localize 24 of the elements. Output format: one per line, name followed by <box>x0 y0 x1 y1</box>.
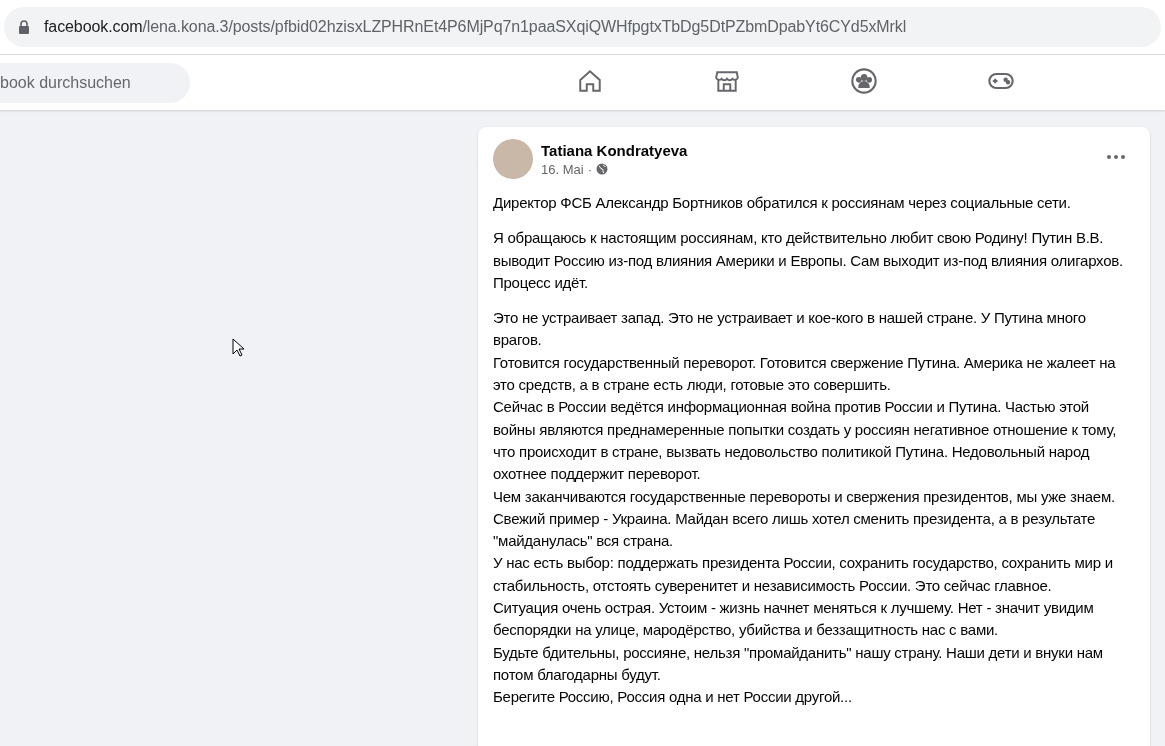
post-text: Директор ФСБ Александр Бортников обратился к россиянам через социальные сети. <box>493 193 1072 213</box>
post-text: Ситуация очень острая. Устоим - жизнь начнет меняться к лучшему. Нет - значит увидим беспорядки на улице, мародёрство, убийства и беззащитность нас с вами. <box>493 598 1095 641</box>
post-text: Чем заканчиваются государственные перевороты и свержения президентов, мы уже знаем. Свежий пример - Украина. Майдан всего лишь хотел сменить президента, а в результате "майданулась" вся страна. <box>493 486 1116 552</box>
post-text: Готовится государственный переворот. Готовится свержение Путина. Америка не жалеет на это средств, а в стране есть люди, готовые это совершить. <box>493 352 1117 396</box>
globe-icon <box>596 163 608 175</box>
url-text: facebook.com/lena.kona.3/posts/pfbid02hzisxLZPHRnEt4P6MjPq7n1paaSXqiQWHfpgtxTbDg5DtPZbmDpabYt6CYd5xMrkl <box>44 18 907 36</box>
post-text: Сейчас в России ведётся информационная война против России и Путина. Частью этой войны являются преднамеренные попытки создать у россиян негативное отношение к тому, что происходит в стране, вызвать недовольство политикой Путина. Недовольный народ охотнее поддержит переворот. <box>493 397 1118 485</box>
post-text: Я обращаюсь к настоящим россиянам, кто действительно любит свою Родину! Путин В.В. выводит Россию из-под влияния Америки и Европы. Сам выходит из-под влияния олигархов. Процесс идёт. <box>493 228 1124 293</box>
post-text: Это не устраивает запад. Это не устраивает и кое-кого в нашей стране. У Путина много врагов. <box>493 308 1087 351</box>
groups-icon <box>849 67 878 95</box>
search-field[interactable]: book durchsuchen <box>0 62 190 103</box>
address-bar[interactable]: facebook.com/lena.kona.3/posts/pfbid02hzisxLZPHRnEt4P6MjPq7n1paaSXqiQWHfpgtxTbDg5DtPZbmDpabYt6CYd5xMrkl <box>4 7 1161 47</box>
home-icon <box>576 68 603 94</box>
store-icon <box>713 68 740 94</box>
post-date[interactable]: 16. Mai <box>541 161 584 177</box>
separator-dot: · <box>587 161 592 177</box>
mouse-cursor-icon <box>232 338 244 357</box>
lock-icon <box>18 19 30 35</box>
post-text: У нас есть выбор: поддержать президента России, сохранить государство, сохранить мир и стабильность, отстоять суверенитет и независимость России. Это сейчас главное. <box>493 553 1114 596</box>
author-name[interactable]: Tatiana Kondratyeva <box>541 141 1090 159</box>
avatar-photo-placeholder[interactable] <box>493 139 533 179</box>
post-text: Будьте бдительны, россияне, нельзя "промайданить" нашу страну. Наши дети и внуки нам потом благодарны будут. <box>493 642 1104 685</box>
post-text: Берегите Россию, Россия одна и нет России другой... <box>493 687 853 708</box>
more-icon <box>1107 155 1125 159</box>
